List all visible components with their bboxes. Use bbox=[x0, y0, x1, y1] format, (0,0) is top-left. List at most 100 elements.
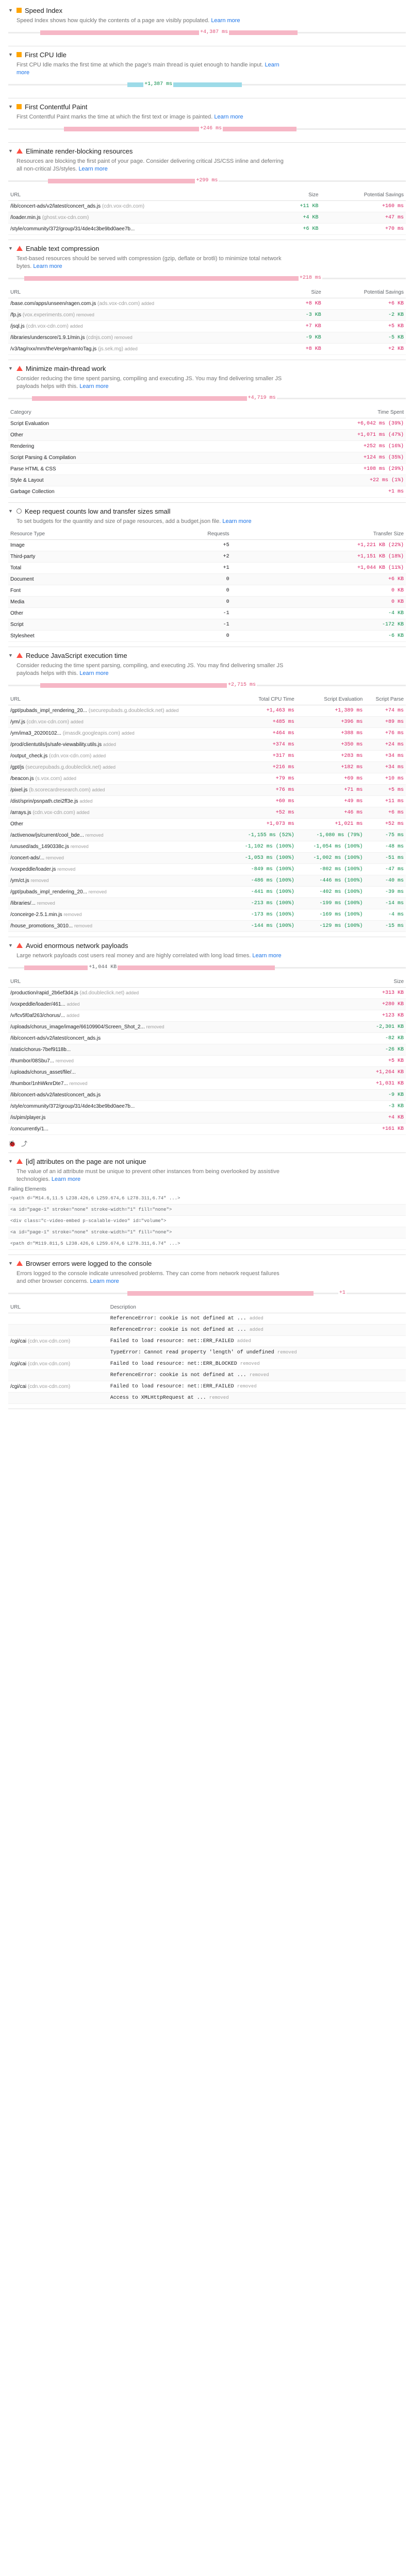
chevron-down-icon[interactable]: ▼ bbox=[8, 366, 13, 371]
url-cell[interactable]: /fp.js (vox.experiments.com) removed bbox=[8, 309, 287, 321]
url-cell[interactable]: /cgi/cai (cdn.vox-cdn.com) bbox=[8, 1381, 108, 1393]
url-cell[interactable]: /production/rapid_2b6ef3d4.js (ad.double… bbox=[8, 987, 339, 999]
chevron-down-icon[interactable]: ▼ bbox=[8, 8, 13, 13]
element-snippet[interactable]: <path d="M14.6,11.5 L238.426,6 L259.674,… bbox=[8, 1193, 406, 1205]
share-icon[interactable]: ⤴ bbox=[21, 1139, 27, 1148]
url-cell[interactable]: /ym/ct.js removed bbox=[8, 875, 228, 887]
audit-header[interactable]: ▼ Speed Index bbox=[8, 6, 406, 15]
url-cell[interactable]: /concert-ads/... removed bbox=[8, 852, 228, 864]
url-cell[interactable]: /prod/clientutils/js/safe-viewability.ut… bbox=[8, 739, 228, 751]
url-cell[interactable]: /v3/tag/nxx/mm/theVerge/namIoTag.js (js.… bbox=[8, 343, 287, 355]
url-cell[interactable] bbox=[8, 1347, 108, 1359]
url-cell[interactable]: /base.com/apps/unseen/ragen.com.js (ads.… bbox=[8, 298, 287, 310]
url-cell[interactable]: /is/pim/player.js bbox=[8, 1112, 339, 1124]
audit-first-cpu-idle[interactable]: ▼ First CPU Idle First CPU Idle marks th… bbox=[8, 46, 406, 98]
learn-more-link[interactable]: Learn more bbox=[79, 383, 108, 389]
url-cell[interactable] bbox=[8, 1392, 108, 1404]
url-cell[interactable]: /gpt/js (securepubads.g.doubleclick.net)… bbox=[8, 761, 228, 773]
url-cell[interactable]: /style/community/372/group/31/4de4c3be9b… bbox=[8, 223, 277, 235]
url-cell[interactable]: /v/fcv5f0af263/chorus/... added bbox=[8, 1010, 339, 1022]
audit-console-errors[interactable]: ▼ Browser errors were logged to the cons… bbox=[8, 1255, 406, 1409]
chevron-down-icon[interactable]: ▼ bbox=[8, 148, 13, 154]
url-cell[interactable]: /loader.min.js (ghost.vox-cdn.com) bbox=[8, 212, 277, 224]
learn-more-link[interactable]: Learn more bbox=[90, 1278, 119, 1284]
url-cell[interactable]: /uploads/chorus_image/image/66109904/Scr… bbox=[8, 1021, 339, 1033]
url-cell[interactable]: /cgi/cai (cdn.vox-cdn.com) bbox=[8, 1335, 108, 1347]
url-cell[interactable]: /conceirge-2.5.1.min.js removed bbox=[8, 909, 228, 921]
audit-main-thread[interactable]: ▼ Minimize main-thread work Consider red… bbox=[8, 360, 406, 503]
chevron-down-icon[interactable]: ▼ bbox=[8, 943, 13, 948]
element-snippet[interactable]: <div class="c-video-embed p-scalable-vid… bbox=[8, 1215, 406, 1227]
url-cell[interactable]: /gpt/pubads_impl_rendering_20... (secure… bbox=[8, 705, 228, 717]
learn-more-link[interactable]: Learn more bbox=[52, 1176, 80, 1182]
url-cell[interactable]: /lib/concert-ads/v2/latest/concert_ads.j… bbox=[8, 1032, 339, 1044]
audit-request-counts[interactable]: ▼ Keep request counts low and transfer s… bbox=[8, 503, 406, 647]
learn-more-link[interactable]: Learn more bbox=[79, 670, 108, 676]
url-cell[interactable]: /arrays.js (cdn.vox-cdn.com) added bbox=[8, 807, 228, 819]
url-cell[interactable]: /dist/sprin/psnpath.ctei2ff3e.js added bbox=[8, 795, 228, 807]
url-cell[interactable]: /style/community/372/group/31/4de4c3be9b… bbox=[8, 1100, 339, 1112]
audit-header[interactable]: ▼ Avoid enormous network payloads bbox=[8, 941, 406, 950]
chevron-down-icon[interactable]: ▼ bbox=[8, 246, 13, 251]
url-cell[interactable]: /static/chorus-7bef9118b... bbox=[8, 1044, 339, 1056]
url-cell[interactable] bbox=[8, 1313, 108, 1325]
url-cell[interactable]: /uploads/chorus_asset/file/... bbox=[8, 1066, 339, 1078]
audit-network-payloads[interactable]: ▼ Avoid enormous network payloads Large … bbox=[8, 937, 406, 1153]
audit-render-blocking[interactable]: ▼ Eliminate render-blocking resources Re… bbox=[8, 143, 406, 240]
learn-more-link[interactable]: Learn more bbox=[78, 166, 107, 172]
url-cell[interactable]: /gpt/pubads_impl_rendering_20... removed bbox=[8, 886, 228, 898]
audit-ids-unique[interactable]: ▼ [id] attributes on the page are not un… bbox=[8, 1153, 406, 1255]
audit-header[interactable]: ▼ Eliminate render-blocking resources bbox=[8, 146, 406, 156]
audit-js-execution[interactable]: ▼ Reduce JavaScript execution time Consi… bbox=[8, 647, 406, 937]
url-cell[interactable] bbox=[8, 1369, 108, 1381]
audit-header[interactable]: ▼ Keep request counts low and transfer s… bbox=[8, 506, 406, 516]
chevron-down-icon[interactable]: ▼ bbox=[8, 509, 13, 514]
url-cell[interactable]: /lib/concert-ads/v2/latest/concert_ads.j… bbox=[8, 200, 277, 212]
url-cell[interactable]: /voxpeddle/loader.js removed bbox=[8, 863, 228, 875]
url-cell[interactable]: /concurrently/1... bbox=[8, 1123, 339, 1135]
url-cell[interactable]: /thumbor/08Sbu7... removed bbox=[8, 1055, 339, 1067]
audit-header[interactable]: ▼ First Contentful Paint bbox=[8, 102, 406, 111]
learn-more-link[interactable]: Learn more bbox=[252, 953, 281, 959]
chevron-down-icon[interactable]: ▼ bbox=[8, 52, 13, 57]
chevron-down-icon[interactable]: ▼ bbox=[8, 1261, 13, 1266]
audit-text-compression[interactable]: ▼ Enable text compression Text-based res… bbox=[8, 240, 406, 360]
audit-header[interactable]: ▼ Enable text compression bbox=[8, 244, 406, 253]
url-cell[interactable]: /thumbor/1nhWknrDte7... removed bbox=[8, 1078, 339, 1090]
url-cell[interactable]: /output_check.js (cdn.vox-cdn.com) added bbox=[8, 750, 228, 762]
url-cell[interactable]: /jsql.js (cdn.vox-cdn.com) added bbox=[8, 320, 287, 332]
script-eval-cell: +283 ms bbox=[296, 750, 365, 762]
element-snippet[interactable]: <a id="page-1" stroke="none" stroke-widt… bbox=[8, 1204, 406, 1216]
url-cell[interactable]: /beacon.js (s.vox.com) added bbox=[8, 773, 228, 785]
audit-header[interactable]: ▼ Minimize main-thread work bbox=[8, 364, 406, 373]
url-cell[interactable]: /activenow/js/current/cool_bde... remove… bbox=[8, 829, 228, 841]
chevron-down-icon[interactable]: ▼ bbox=[8, 104, 13, 109]
learn-more-link[interactable]: Learn more bbox=[211, 18, 240, 24]
chevron-down-icon[interactable]: ▼ bbox=[8, 1159, 13, 1164]
audit-header[interactable]: ▼ Reduce JavaScript execution time bbox=[8, 651, 406, 660]
url-cell[interactable]: /ym/.js (cdn.vox-cdn.com) added bbox=[8, 716, 228, 728]
url-cell[interactable]: /lib/concert-ads/v2/latest/concert_ads.j… bbox=[8, 1089, 339, 1101]
learn-more-link[interactable]: Learn more bbox=[214, 114, 243, 120]
url-cell[interactable]: /cgi/cai (cdn.vox-cdn.com) bbox=[8, 1358, 108, 1370]
learn-more-link[interactable]: Learn more bbox=[33, 263, 62, 269]
url-cell[interactable]: /pixel.js (b.scorecardresearch.com) adde… bbox=[8, 784, 228, 796]
audit-header[interactable]: ▼ Browser errors were logged to the cons… bbox=[8, 1259, 406, 1268]
url-cell[interactable] bbox=[8, 1324, 108, 1336]
url-cell[interactable]: Other bbox=[8, 818, 228, 830]
url-cell[interactable]: /unused/ads_1490338c.js removed bbox=[8, 841, 228, 853]
element-snippet[interactable]: <a id="page-1" stroke="none" stroke-widt… bbox=[8, 1227, 406, 1239]
audit-speed-index[interactable]: ▼ Speed Index Speed Index shows how quic… bbox=[8, 2, 406, 46]
url-cell[interactable]: /house_promotions_3010... removed bbox=[8, 920, 228, 932]
url-cell[interactable]: /voxpeddle/loader/461... added bbox=[8, 998, 339, 1010]
audit-header[interactable]: ▼ [id] attributes on the page are not un… bbox=[8, 1157, 406, 1166]
bug-icon[interactable]: 🐞 bbox=[8, 1140, 16, 1147]
learn-more-link[interactable]: Learn more bbox=[222, 518, 251, 524]
chevron-down-icon[interactable]: ▼ bbox=[8, 653, 13, 658]
url-cell[interactable]: /ym/ima3_20200102... (imasdk.googleapis.… bbox=[8, 727, 228, 739]
audit-header[interactable]: ▼ First CPU Idle bbox=[8, 50, 406, 59]
element-snippet[interactable]: <path d="M119.811,5 L238.426,6 L259.674,… bbox=[8, 1238, 406, 1250]
url-cell[interactable]: /libraries/underscore/1.9.1/min.js (cdnj… bbox=[8, 332, 287, 344]
url-cell[interactable]: /libraries/... removed bbox=[8, 897, 228, 909]
audit-first-contentful-paint[interactable]: ▼ First Contentful Paint First Contentfu… bbox=[8, 98, 406, 143]
